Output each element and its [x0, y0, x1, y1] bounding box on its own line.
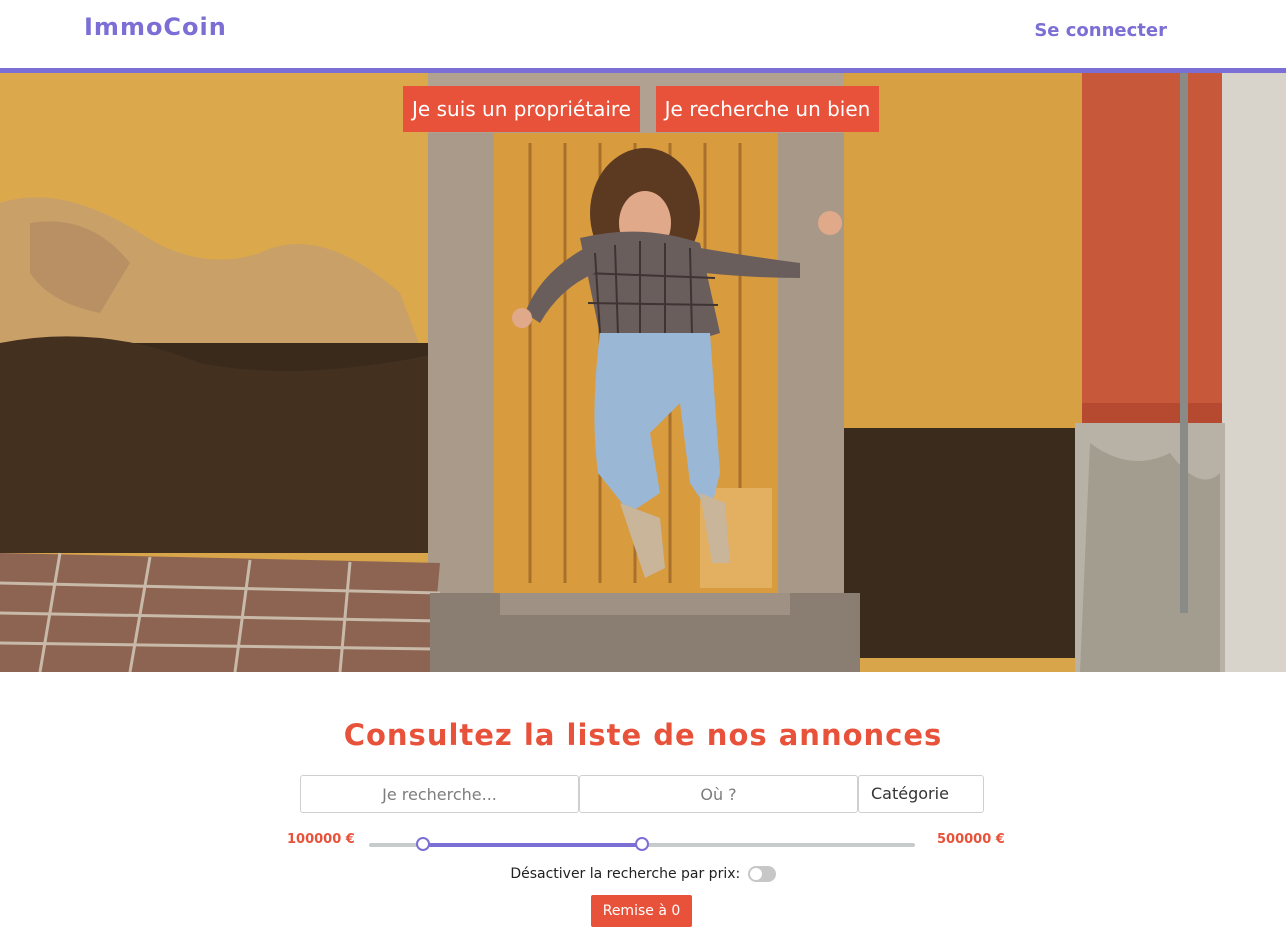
- price-min-handle[interactable]: [416, 837, 430, 851]
- price-search-toggle[interactable]: [747, 866, 776, 882]
- price-toggle-label: Désactiver la recherche par prix:: [510, 866, 741, 882]
- location-input[interactable]: [579, 775, 858, 813]
- toggle-knob: [749, 868, 762, 880]
- hero-photo: [0, 73, 1286, 672]
- login-link[interactable]: Se connecter: [1034, 20, 1167, 41]
- hero-banner: Je suis un propriétaire Je recherche un …: [0, 73, 1286, 672]
- price-toggle-row: Désactiver la recherche par prix:: [0, 866, 1286, 882]
- search-input[interactable]: [300, 775, 579, 813]
- price-min-label: 100000 €: [287, 832, 355, 847]
- category-select[interactable]: Catégorie: [858, 775, 984, 813]
- top-navbar: ImmoCoin Se connecter: [0, 0, 1286, 68]
- owner-button[interactable]: Je suis un propriétaire: [403, 86, 640, 132]
- seeker-button[interactable]: Je recherche un bien: [656, 86, 879, 132]
- price-max-label: 500000 €: [937, 832, 1005, 847]
- price-max-handle[interactable]: [635, 837, 649, 851]
- listings-title: Consultez la liste de nos annonces: [343, 718, 943, 752]
- reset-button[interactable]: Remise à 0: [591, 895, 692, 927]
- price-slider-range: [423, 843, 642, 847]
- brand-logo[interactable]: ImmoCoin: [84, 13, 227, 41]
